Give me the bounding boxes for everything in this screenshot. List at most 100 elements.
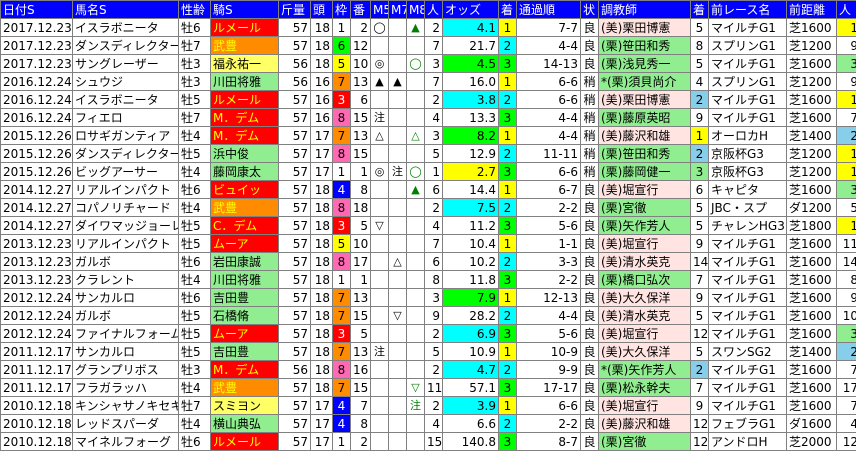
table-row[interactable]: 2011.12.17グランプリボス牡3M．デム561881624.729-9良*… [1,361,856,379]
prev-popularity: 3 [837,325,856,343]
prev-distance: 芝1200 [787,37,837,55]
horse-name: グランプリボス [73,361,179,379]
col-place-header[interactable]: 着 [499,1,517,19]
table-row[interactable]: 2014.12.27コパノリチャード牡4武豊571881827.522-2良(栗… [1,199,856,217]
finish-place: 2 [499,199,517,217]
track-condition: 良 [581,271,599,289]
jockey-name: 武豊 [211,379,279,397]
prev-popularity: 5 [837,199,856,217]
sex-age: 牡7 [179,37,211,55]
col-heads-header[interactable]: 頭 [311,1,333,19]
sex-age: 牡6 [179,181,211,199]
table-row[interactable]: 2015.12.26ダンスディレクター牡5浜中俊5717815512.9211-… [1,145,856,163]
col-jockey-header[interactable]: 騎S [211,1,279,19]
horse-name: ビッグアーサー [73,163,179,181]
popularity: 2 [425,361,443,379]
col-prev-pop-header[interactable]: 人 [837,1,856,19]
col-sexage-header[interactable]: 性齢 [179,1,211,19]
popularity: 5 [425,145,443,163]
table-row[interactable]: 2017.12.23イスラボニータ牡6ルメール571812◯▲24.117-7良… [1,19,856,37]
race-date: 2011.12.17 [1,343,73,361]
col-pass-header[interactable]: 通過順 [517,1,581,19]
prev-popularity: 1 [837,145,856,163]
prev-popularity: 7 [837,109,856,127]
table-row[interactable]: 2013.12.23リアルインパクト牡5ムーア5718510710.411-1良… [1,235,856,253]
table-row[interactable]: 2015.12.26ロサギガンティア牡4M．デム5717713△△38.214-… [1,127,856,145]
passing-order: 5-6 [517,325,581,343]
table-row[interactable]: 2016.12.24イスラボニータ牡5ルメール57163623.826-6稍(美… [1,91,856,109]
col-m8-header[interactable]: M8 [407,1,425,19]
carried-weight: 57 [279,253,311,271]
table-row[interactable]: 2012.12.24ファイナルフォーム牡5ムーア57183526.935-6良(… [1,325,856,343]
popularity: 3 [425,55,443,73]
trainer-name: (栗)宮徹 [599,433,691,451]
prev-finish-place: 5 [691,55,709,73]
col-m7-header[interactable]: M7 [389,1,407,19]
col-num-header[interactable]: 番 [351,1,371,19]
horse-name: リアルインパクト [73,235,179,253]
col-weight-header[interactable]: 斤量 [279,1,311,19]
table-row[interactable]: 2017.12.23サングレーザー牡3福永祐一5618510◎◯34.5314-… [1,55,856,73]
mark-m7 [389,289,407,307]
prev-distance: 芝2000 [787,433,837,451]
prev-distance: 芝1600 [787,361,837,379]
table-row[interactable]: 2013.12.23クラレント牡4川田将雅571811811.832-2良(栗)… [1,271,856,289]
col-horse-header[interactable]: 馬名S [73,1,179,19]
col-track-header[interactable]: 状 [581,1,599,19]
mark-m7 [389,415,407,433]
track-condition: 稍 [581,163,599,181]
col-prev-dist-header[interactable]: 前距離 [787,1,837,19]
race-date: 2017.12.23 [1,19,73,37]
carried-weight: 57 [279,343,311,361]
col-trainer-header[interactable]: 調教師 [599,1,691,19]
passing-order: 4-4 [517,307,581,325]
field-size: 17 [311,415,333,433]
popularity: 7 [425,37,443,55]
table-row[interactable]: 2015.12.26ビッグアーサー牡4藤岡康太571711◎注◯12.736-6… [1,163,856,181]
prev-race-name: キャピタ [709,181,787,199]
finish-place: 3 [499,271,517,289]
table-row[interactable]: 2012.12.24ガルボ牡5石橋脩5718715▽928.224-4良(美)清… [1,307,856,325]
prev-distance: 芝1600 [787,55,837,73]
sex-age: 牡4 [179,379,211,397]
table-row[interactable]: 2011.12.17サンカルロ牡5吉田豊5718713注510.9110-9良(… [1,343,856,361]
col-pop-header[interactable]: 人 [425,1,443,19]
field-size: 17 [311,433,333,451]
table-row[interactable]: 2010.12.18キンシャサノキセキ牡7スミヨン571747注23.916-6… [1,397,856,415]
table-row[interactable]: 2014.12.27ダイワマッジョーレ牡5C．デム571835▽411.235-… [1,217,856,235]
table-row[interactable]: 2016.12.24フィエロ牡7M．デム5716815注413.334-4稍(栗… [1,109,856,127]
horse-name: イスラボニータ [73,19,179,37]
table-row[interactable]: 2014.12.27リアルインパクト牡6ビュイッ571848▲614.416-7… [1,181,856,199]
jockey-name: M．デム [211,127,279,145]
table-row[interactable]: 2010.12.18マイネルフォーグ牡6ルメール57171215140.838-… [1,433,856,451]
table-row[interactable]: 2013.12.23ガルボ牡6岩田康誠5718817△610.223-3良(美)… [1,253,856,271]
col-m5-header[interactable]: M5 [371,1,389,19]
prev-race-name: チャレンHG3 [709,217,787,235]
popularity: 4 [425,217,443,235]
col-date-header[interactable]: 日付S [1,1,73,19]
mark-m8 [407,271,425,289]
table-row[interactable]: 2011.12.17フラガラッハ牡4武豊5718715▽1157.1317-17… [1,379,856,397]
col-odds-header[interactable]: オッズ [443,1,499,19]
horse-number: 13 [351,343,371,361]
table-row[interactable]: 2017.12.23ダンスディレクター牡7武豊5718612721.724-4良… [1,37,856,55]
trainer-name: (栗)笹田和秀 [599,37,691,55]
mark-m7: 注 [389,163,407,181]
table-row[interactable]: 2016.12.24シュウジ牡3川田将雅5616713▲▲716.016-6稍*… [1,73,856,91]
frame-number: 8 [333,109,351,127]
col-prev-place-header[interactable]: 着 [691,1,709,19]
mark-m5: ◎ [371,163,389,181]
table-row[interactable]: 2010.12.18レッドスパーダ牡4横山典弘57174846.622-2良(美… [1,415,856,433]
col-waku-header[interactable]: 枠 [333,1,351,19]
mark-m7 [389,343,407,361]
prev-finish-place: 7 [691,271,709,289]
table-row[interactable]: 2012.12.24サンカルロ牡6吉田豊571871337.9112-13良(美… [1,289,856,307]
passing-order: 7-7 [517,19,581,37]
frame-number: 7 [333,379,351,397]
prev-popularity: 2 [837,343,856,361]
col-prev-race-header[interactable]: 前レース名 [709,1,787,19]
popularity: 11 [425,379,443,397]
jockey-name: 浜中俊 [211,145,279,163]
horse-name: レッドスパーダ [73,415,179,433]
track-condition: 良 [581,55,599,73]
